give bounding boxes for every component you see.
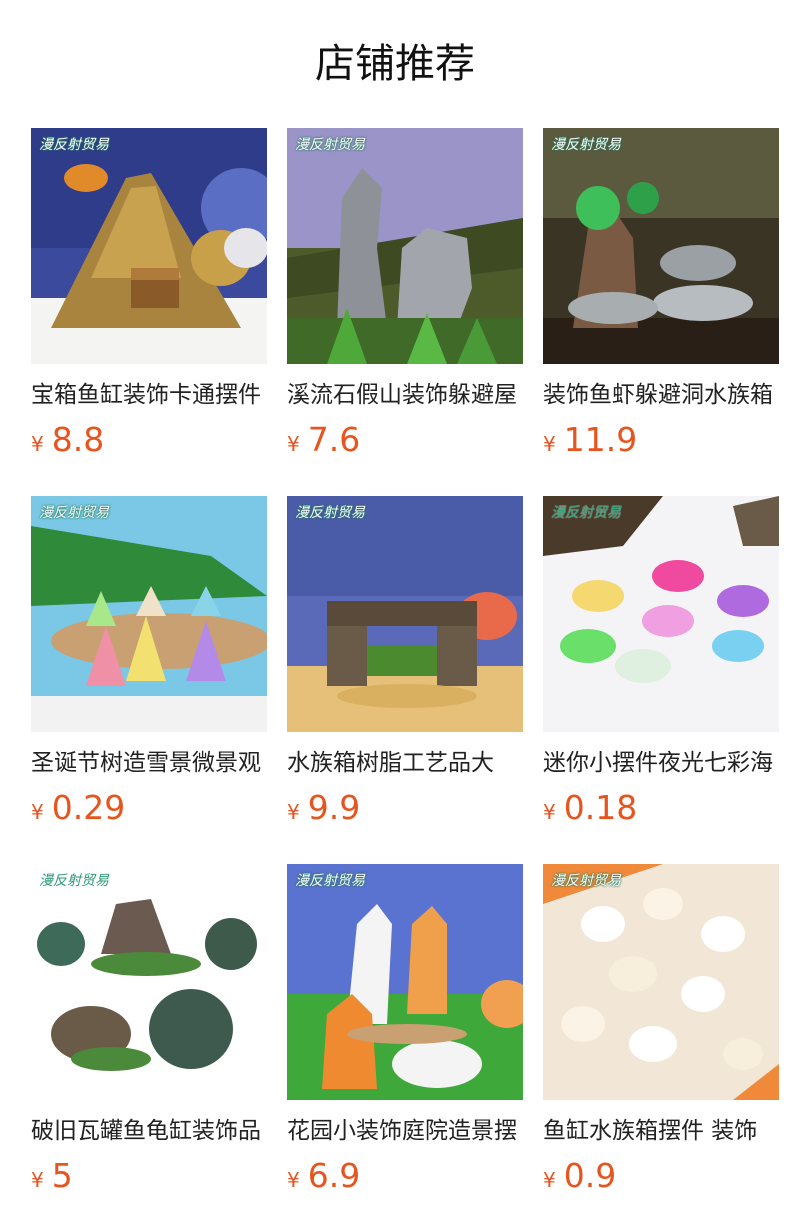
- price-value: 9.9: [307, 788, 361, 827]
- currency-symbol: ¥: [287, 432, 300, 456]
- product-price: ¥6.9: [287, 1156, 523, 1202]
- product-card[interactable]: 漫反射贸易 装饰鱼虾躲避洞水族箱 ¥11.9: [543, 128, 779, 466]
- currency-symbol: ¥: [287, 1168, 300, 1192]
- product-name[interactable]: 宝箱鱼缸装饰卡通摆件: [31, 380, 267, 410]
- fox-figurines-image: [287, 864, 523, 1100]
- price-value: 0.18: [563, 788, 638, 827]
- watermark-logo: 漫反射贸易: [551, 873, 621, 889]
- watermark-logo: 漫反射贸易: [295, 505, 365, 521]
- product-image[interactable]: 漫反射贸易: [287, 128, 523, 364]
- currency-symbol: ¥: [31, 800, 44, 824]
- product-image[interactable]: 漫反射贸易: [31, 128, 267, 364]
- broken-pottery-ornament-image: [31, 864, 267, 1100]
- currency-symbol: ¥: [543, 1168, 556, 1192]
- product-name[interactable]: 花园小装饰庭院造景摆: [287, 1116, 523, 1146]
- product-price: ¥8.8: [31, 420, 267, 466]
- price-value: 0.29: [51, 788, 126, 827]
- product-image[interactable]: 漫反射贸易: [31, 864, 267, 1100]
- watermark-logo: 漫反射贸易: [295, 137, 365, 153]
- product-image[interactable]: 漫反射贸易: [31, 496, 267, 732]
- product-price: ¥5: [31, 1156, 267, 1202]
- watermark-logo: 漫反射贸易: [295, 873, 365, 889]
- product-card[interactable]: 漫反射贸易 花园小装饰庭院造景摆 ¥6.9: [287, 864, 523, 1202]
- product-name[interactable]: 鱼缸水族箱摆件 装饰: [543, 1116, 779, 1146]
- seashells-image: [543, 864, 779, 1100]
- currency-symbol: ¥: [543, 432, 556, 456]
- currency-symbol: ¥: [287, 800, 300, 824]
- currency-symbol: ¥: [543, 800, 556, 824]
- product-card[interactable]: 漫反射贸易 宝箱鱼缸装饰卡通摆件 ¥8.8: [31, 128, 267, 466]
- price-value: 11.9: [563, 420, 638, 459]
- product-name[interactable]: 圣诞节树造雪景微景观: [31, 748, 267, 778]
- watermark-logo: 漫反射贸易: [551, 137, 621, 153]
- product-price: ¥0.9: [543, 1156, 779, 1202]
- treasure-chest-ornament-image: [31, 128, 267, 364]
- currency-symbol: ¥: [31, 1168, 44, 1192]
- product-image[interactable]: 漫反射贸易: [543, 496, 779, 732]
- product-card[interactable]: 漫反射贸易 破旧瓦罐鱼龟缸装饰品 ¥5: [31, 864, 267, 1202]
- price-value: 5: [51, 1156, 73, 1195]
- product-card[interactable]: 漫反射贸易 水族箱树脂工艺品大 ¥9.9: [287, 496, 523, 834]
- rockery-stone-image: [287, 128, 523, 364]
- product-name[interactable]: 装饰鱼虾躲避洞水族箱: [543, 380, 779, 410]
- product-name[interactable]: 迷你小摆件夜光七彩海: [543, 748, 779, 778]
- glowing-whale-figurines-image: [543, 496, 779, 732]
- product-image[interactable]: 漫反射贸易: [287, 864, 523, 1100]
- product-name[interactable]: 溪流石假山装饰躲避屋: [287, 380, 523, 410]
- price-value: 8.8: [51, 420, 105, 459]
- product-card[interactable]: 漫反射贸易 圣诞节树造雪景微景观 ¥0.29: [31, 496, 267, 834]
- product-name[interactable]: 破旧瓦罐鱼龟缸装饰品: [31, 1116, 267, 1146]
- currency-symbol: ¥: [31, 432, 44, 456]
- product-price: ¥0.29: [31, 788, 267, 834]
- price-value: 6.9: [307, 1156, 361, 1195]
- resin-arch-ornament-image: [287, 496, 523, 732]
- product-card[interactable]: 漫反射贸易 迷你小摆件夜光七彩海 ¥0.18: [543, 496, 779, 834]
- watermark-logo: 漫反射贸易: [39, 873, 109, 889]
- product-price: ¥11.9: [543, 420, 779, 466]
- price-value: 7.6: [307, 420, 361, 459]
- price-value: 0.9: [563, 1156, 617, 1195]
- product-price: ¥9.9: [287, 788, 523, 834]
- product-card[interactable]: 漫反射贸易 溪流石假山装饰躲避屋 ¥7.6: [287, 128, 523, 466]
- watermark-logo: 漫反射贸易: [551, 505, 621, 521]
- product-image[interactable]: 漫反射贸易: [543, 864, 779, 1100]
- watermark-logo: 漫反射贸易: [39, 505, 109, 521]
- product-image[interactable]: 漫反射贸易: [287, 496, 523, 732]
- product-image[interactable]: 漫反射贸易: [543, 128, 779, 364]
- watermark-logo: 漫反射贸易: [39, 137, 109, 153]
- page-title: 店铺推荐: [315, 41, 475, 87]
- product-price: ¥0.18: [543, 788, 779, 834]
- product-card[interactable]: 漫反射贸易 鱼缸水族箱摆件 装饰 ¥0.9: [543, 864, 779, 1202]
- fish-cave-ornament-image: [543, 128, 779, 364]
- christmas-tree-figurines-image: [31, 496, 267, 732]
- product-name[interactable]: 水族箱树脂工艺品大: [287, 748, 523, 778]
- product-price: ¥7.6: [287, 420, 523, 466]
